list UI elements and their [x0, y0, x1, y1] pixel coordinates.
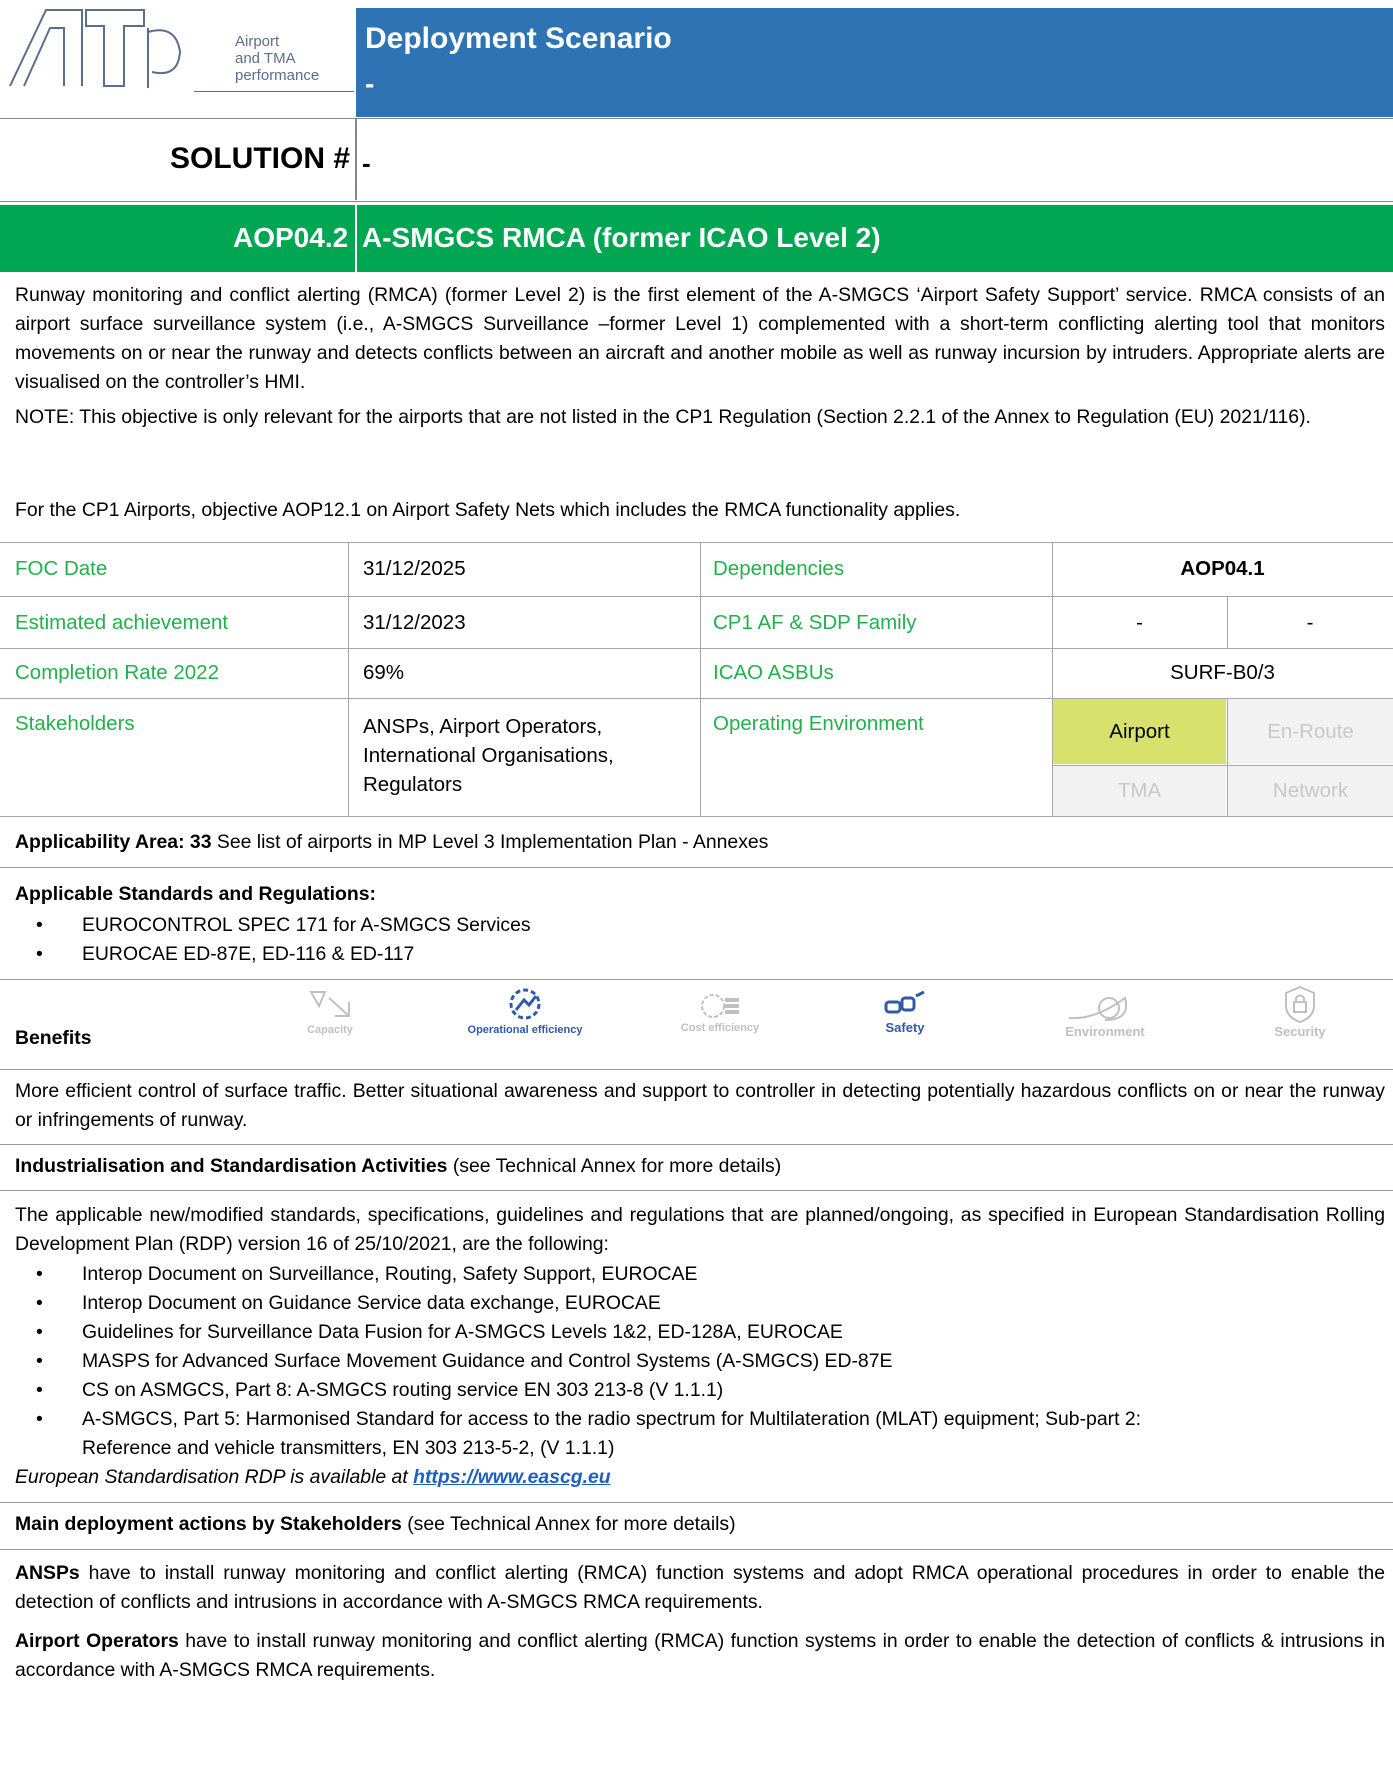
solution-divider	[355, 118, 357, 200]
airport-operators-text: have to install runway monitoring and co…	[15, 1630, 1385, 1681]
logo-text: Airport and TMA performance	[235, 33, 319, 84]
list-item: A-SMGCS, Part 5: Harmonised Standard for…	[0, 1405, 1370, 1463]
airport-operators-label: Airport Operators	[15, 1630, 179, 1652]
stakeholders-label: Stakeholders	[15, 712, 135, 735]
rdp-note: European Standardisation RDP is availabl…	[15, 1466, 408, 1488]
operational-efficiency-benefit-icon: Operational efficiency	[465, 984, 585, 1036]
ansp-text: have to install runway monitoring and co…	[15, 1562, 1385, 1613]
objective-divider	[355, 205, 357, 272]
divider	[0, 1190, 1393, 1191]
completion-rate-value: 69%	[363, 661, 405, 684]
divider	[0, 1502, 1393, 1503]
rdp-link[interactable]: https://www.eascg.eu	[413, 1466, 611, 1488]
description-paragraph-1: Runway monitoring and conflict alerting …	[15, 284, 1385, 393]
security-benefit-icon: Security	[1255, 984, 1345, 1039]
divider	[0, 1549, 1393, 1550]
environment-benefit-icon: Environment	[1050, 990, 1160, 1039]
rdp-note-line: European Standardisation RDP is availabl…	[15, 1463, 1385, 1492]
cp1-family-label: CP1 AF & SDP Family	[713, 611, 917, 634]
actions-heading: Main deployment actions by Stakeholders …	[15, 1510, 1385, 1539]
list-item: Interop Document on Surveillance, Routin…	[0, 1260, 1370, 1289]
actions-title: Main deployment actions by Stakeholders	[15, 1513, 402, 1535]
env-network-inactive: Network	[1228, 766, 1393, 816]
logo-line-2: and TMA	[235, 50, 296, 67]
applicability-text: See list of airports in MP Level 3 Imple…	[216, 831, 769, 853]
list-item: EUROCAE ED-87E, ED-116 & ED-117	[0, 940, 531, 969]
icao-asbus-label: ICAO ASBUs	[713, 661, 834, 684]
env-tma-inactive: TMA	[1053, 766, 1226, 816]
stakeholders-value: ANSPs, Airport Operators, International …	[363, 715, 614, 796]
cost-efficiency-benefit-icon: Cost efficiency	[660, 990, 780, 1034]
estimated-achievement-label: Estimated achievement	[15, 611, 229, 634]
objective-code: AOP04.2	[233, 222, 349, 253]
standards-title: Applicable Standards and Regulations:	[15, 883, 376, 905]
ansp-action: ANSPs have to install runway monitoring …	[15, 1559, 1385, 1617]
env-airport-active: Airport	[1053, 699, 1226, 764]
list-item: CS on ASMGCS, Part 8: A-SMGCS routing se…	[0, 1376, 1370, 1405]
logo-underline	[194, 91, 354, 92]
estimated-achievement-value: 31/12/2023	[363, 611, 466, 634]
standards-list: EUROCONTROL SPEC 171 for A-SMGCS Service…	[0, 911, 531, 969]
divider	[0, 1144, 1393, 1145]
industrialisation-list: Interop Document on Surveillance, Routin…	[0, 1260, 1370, 1463]
applicability-count: 33	[189, 831, 212, 853]
industrialisation-note: (see Technical Annex for more details)	[452, 1155, 782, 1177]
info-table: FOC Date 31/12/2025 Dependencies AOP04.1…	[0, 542, 1393, 817]
applicability-area: Applicability Area: 33 See list of airpo…	[15, 828, 1385, 857]
actions-note: (see Technical Annex for more details)	[407, 1513, 736, 1535]
atp-logo-mark-icon	[9, 9, 182, 88]
capacity-benefit-icon: Capacity	[275, 988, 385, 1036]
cp1-family-value-2: -	[1306, 611, 1314, 634]
divider	[0, 1069, 1393, 1070]
applicability-label: Applicability Area:	[15, 831, 185, 853]
icao-asbus-value: SURF-B0/3	[1170, 661, 1275, 684]
solution-value: -	[362, 148, 371, 178]
solution-label: SOLUTION #	[170, 142, 351, 175]
divider	[0, 979, 1393, 980]
operating-environment-label: Operating Environment	[713, 712, 924, 735]
ansp-label: ANSPs	[15, 1562, 80, 1584]
airport-operators-action: Airport Operators have to install runway…	[15, 1627, 1385, 1685]
env-enroute-inactive: En-Route	[1228, 699, 1393, 764]
foc-date-label: FOC Date	[15, 557, 108, 580]
list-item: EUROCONTROL SPEC 171 for A-SMGCS Service…	[0, 911, 531, 940]
dependencies-label: Dependencies	[713, 557, 845, 580]
page-title: Deployment Scenario	[365, 22, 672, 55]
deployment-scenario-page: Airport and TMA performance Deployment S…	[0, 0, 1393, 1779]
description-note: NOTE: This objective is only relevant fo…	[15, 406, 1311, 428]
completion-rate-label: Completion Rate 2022	[15, 661, 219, 684]
atp-logo: Airport and TMA performance	[0, 0, 354, 91]
list-item: Guidelines for Surveillance Data Fusion …	[0, 1318, 1370, 1347]
dependencies-value: AOP04.1	[1180, 557, 1265, 580]
cp1-family-value-1: -	[1136, 611, 1143, 634]
logo-line-3: performance	[235, 67, 320, 84]
foc-date-value: 31/12/2025	[363, 557, 466, 580]
industrialisation-heading: Industrialisation and Standardisation Ac…	[15, 1152, 1385, 1181]
industrialisation-title: Industrialisation and Standardisation Ac…	[15, 1155, 448, 1177]
logo-line-1: Airport	[235, 33, 280, 50]
list-item: Interop Document on Guidance Service dat…	[0, 1289, 1370, 1318]
divider	[0, 867, 1393, 868]
description-cp1: For the CP1 Airports, objective AOP12.1 …	[15, 499, 961, 521]
safety-benefit-icon: Safety	[860, 990, 950, 1035]
objective-title: A-SMGCS RMCA (former ICAO Level 2)	[362, 222, 881, 253]
page-subtitle: -	[365, 68, 375, 99]
list-item: MASPS for Advanced Surface Movement Guid…	[0, 1347, 1370, 1376]
industrialisation-intro: The applicable new/modified standards, s…	[15, 1204, 1385, 1255]
benefits-text: More efficient control of surface traffi…	[15, 1080, 1385, 1131]
